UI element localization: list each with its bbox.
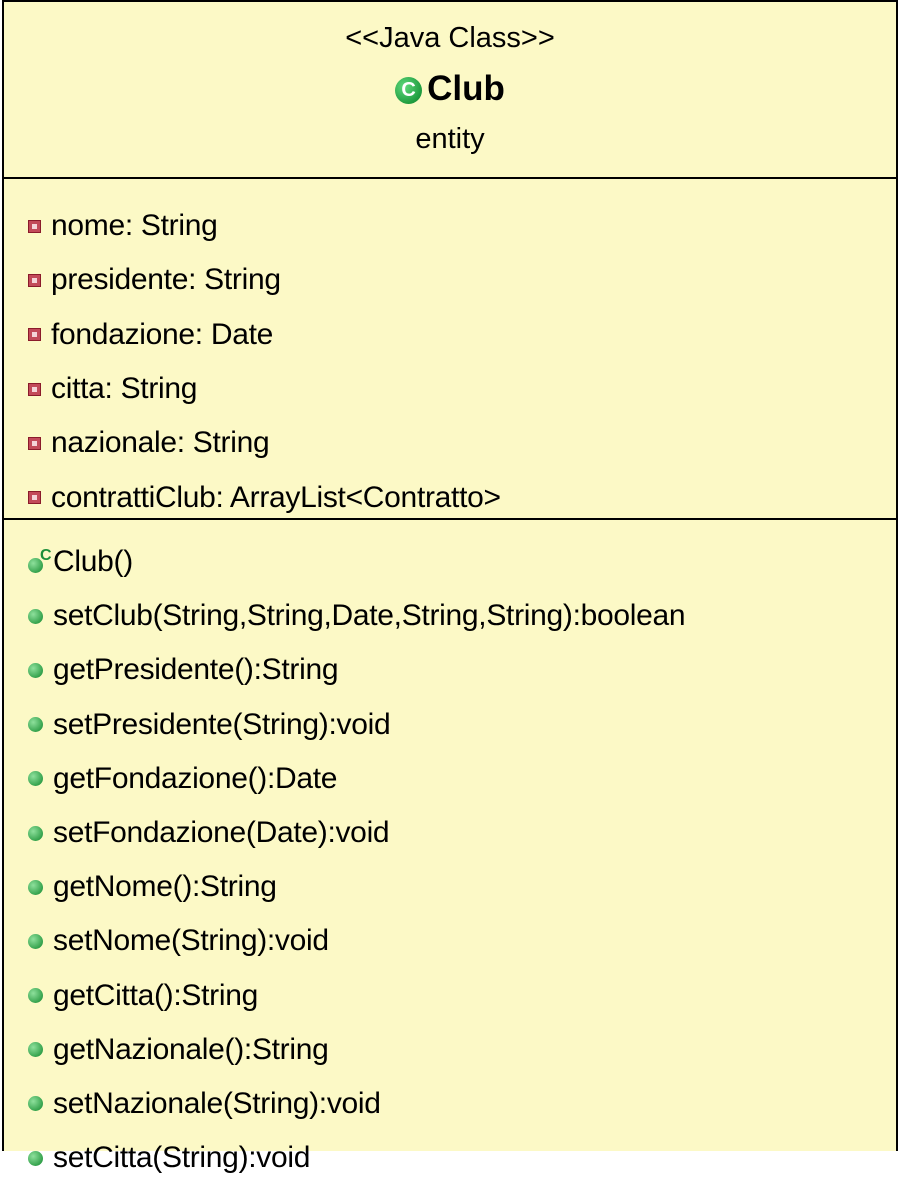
class-header: <<Java Class>> C Club entity <box>4 0 896 179</box>
public-method-icon <box>28 879 43 895</box>
operation-label: setCitta(String):void <box>53 1141 311 1175</box>
constructor-row[interactable]: C Club() <box>4 535 896 589</box>
operation-label: Club() <box>53 545 133 579</box>
public-method-icon <box>28 1042 43 1058</box>
private-field-icon <box>28 436 41 450</box>
class-package: entity <box>415 123 485 155</box>
attribute-label: citta: String <box>51 372 198 406</box>
attribute-label: contrattiClub: ArrayList<Contratto> <box>51 480 501 514</box>
constructor-icon: C <box>28 547 52 575</box>
attribute-label: nome: String <box>51 209 218 243</box>
constructor-mark: C <box>40 547 52 565</box>
operation-row[interactable]: getCitta():String <box>4 969 896 1023</box>
operation-row[interactable]: setCitta(String):void <box>4 1131 896 1185</box>
attribute-row[interactable]: nazionale: String <box>4 416 896 470</box>
operation-row[interactable]: getPresidente():String <box>4 643 896 697</box>
attribute-label: presidente: String <box>51 263 281 297</box>
private-field-icon <box>28 219 41 233</box>
class-icon: C <box>395 76 423 104</box>
attributes-compartment: nome: String presidente: String fondazione… <box>4 179 896 520</box>
operation-row[interactable]: setNazionale(String):void <box>4 1077 896 1131</box>
operation-label: getCitta():String <box>53 978 258 1012</box>
operation-label: getNome():String <box>53 870 277 904</box>
private-field-icon <box>28 382 41 396</box>
public-method-icon <box>28 933 43 949</box>
class-stereotype: <<Java Class>> <box>345 22 555 54</box>
operation-row[interactable]: setClub(String,String,Date,String,String… <box>4 589 896 643</box>
uml-class-box[interactable]: <<Java Class>> C Club entity nome: Strin… <box>2 0 898 1174</box>
operation-row[interactable]: getNome():String <box>4 860 896 914</box>
attribute-row[interactable]: nome: String <box>4 199 896 253</box>
class-name[interactable]: Club <box>427 69 505 109</box>
operation-label: setNazionale(String):void <box>53 1086 381 1120</box>
attribute-label: fondazione: Date <box>51 317 274 351</box>
public-method-icon <box>28 1096 43 1112</box>
attribute-row[interactable]: fondazione: Date <box>4 308 896 362</box>
public-method-icon <box>28 771 43 787</box>
private-field-icon <box>28 491 41 505</box>
attribute-label: nazionale: String <box>51 426 270 460</box>
public-method-icon <box>28 608 43 624</box>
operation-row[interactable]: getFondazione():Date <box>4 752 896 806</box>
operation-row[interactable]: setFondazione(Date):void <box>4 806 896 860</box>
operation-label: setClub(String,String,Date,String,String… <box>53 599 686 633</box>
public-method-icon <box>28 717 43 733</box>
operation-label: getNazionale():String <box>53 1032 329 1066</box>
attribute-row[interactable]: citta: String <box>4 362 896 416</box>
operation-label: setFondazione(Date):void <box>53 816 390 850</box>
operation-label: getPresidente():String <box>53 653 339 687</box>
operation-label: getFondazione():Date <box>53 761 338 795</box>
public-method-icon <box>28 662 43 678</box>
public-method-icon <box>28 988 43 1004</box>
operations-compartment: C Club() setClub(String,String,Date,String… <box>4 520 896 1185</box>
attribute-row[interactable]: presidente: String <box>4 253 896 307</box>
operation-row[interactable]: setNome(String):void <box>4 914 896 968</box>
operation-row[interactable]: getNazionale():String <box>4 1023 896 1077</box>
public-method-icon <box>28 825 43 841</box>
private-field-icon <box>28 273 41 287</box>
operation-label: setNome(String):void <box>53 924 329 958</box>
class-name-row: C Club <box>4 69 896 109</box>
operation-label: setPresidente(String):void <box>53 707 391 741</box>
private-field-icon <box>28 328 41 342</box>
operation-row[interactable]: setPresidente(String):void <box>4 698 896 752</box>
attribute-row[interactable]: contrattiClub: ArrayList<Contratto> <box>4 470 896 524</box>
